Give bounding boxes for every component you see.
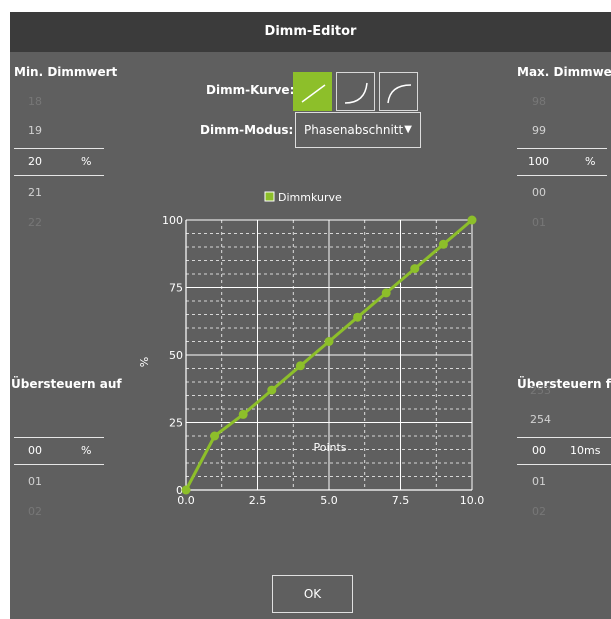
data-point bbox=[467, 215, 477, 225]
logarithmic-curve-icon bbox=[387, 84, 412, 104]
picker-divider bbox=[14, 175, 104, 176]
data-point bbox=[210, 431, 220, 441]
dimm-kurve-label: Dimm-Kurve: bbox=[206, 83, 295, 97]
data-point bbox=[181, 485, 191, 495]
picker-divider bbox=[517, 148, 607, 149]
min-dimmwert-unit: % bbox=[81, 155, 92, 168]
picker-value[interactable]: 99 bbox=[532, 124, 546, 137]
legend-swatch bbox=[264, 191, 275, 202]
chart-legend: Dimmkurve bbox=[264, 191, 342, 204]
dimm-modus-select[interactable]: Phasenabschnitt ▼ bbox=[295, 112, 421, 148]
dimm-editor-dialog: Dimm-Editor Min. Dimmwert 18 19 20 % 21 … bbox=[10, 12, 611, 619]
x-axis-label: Points bbox=[313, 441, 346, 454]
x-tick-label: 7.5 bbox=[392, 494, 410, 507]
picker-divider bbox=[14, 148, 104, 149]
y-tick-label: 100 bbox=[162, 214, 183, 227]
dimmkurve-chart: 0.0 2.5 5.0 7.5 10.00255075100 Dimmkurve Poi… bbox=[138, 191, 485, 507]
data-point bbox=[238, 409, 248, 419]
max-dimmwert-unit: % bbox=[585, 155, 596, 168]
x-tick-label: 5.0 bbox=[320, 494, 338, 507]
x-tick-label: 10.0 bbox=[460, 494, 485, 507]
y-tick-label: 25 bbox=[169, 417, 183, 430]
picker-divider bbox=[517, 175, 607, 176]
linear-curve-icon bbox=[301, 84, 326, 103]
y-tick-label: 50 bbox=[169, 349, 183, 362]
legend-label: Dimmkurve bbox=[278, 191, 342, 204]
ok-button[interactable]: OK bbox=[272, 575, 353, 613]
chevron-down-icon: ▼ bbox=[404, 124, 412, 135]
data-point bbox=[353, 312, 363, 322]
logarithmic-curve-button[interactable] bbox=[379, 72, 418, 111]
dialog-title: Dimm-Editor bbox=[10, 12, 611, 52]
x-tick-label: 2.5 bbox=[249, 494, 267, 507]
data-point bbox=[381, 288, 391, 298]
exponential-curve-button[interactable] bbox=[336, 72, 375, 111]
y-tick-label: 75 bbox=[169, 282, 183, 295]
data-point bbox=[267, 385, 277, 395]
max-dimmwert-label: Max. Dimmwert bbox=[517, 65, 611, 79]
data-point bbox=[410, 264, 420, 274]
data-point bbox=[324, 337, 334, 346]
exponential-curve-icon bbox=[344, 82, 368, 104]
picker-value[interactable]: 98 bbox=[532, 95, 546, 108]
data-point bbox=[295, 361, 305, 371]
dimm-modus-value: Phasenabschnitt bbox=[304, 123, 404, 137]
dimm-modus-label: Dimm-Modus: bbox=[200, 123, 294, 137]
min-dimmwert-selected[interactable]: 20 bbox=[28, 155, 42, 168]
y-axis-label: % bbox=[138, 357, 151, 367]
linear-curve-button[interactable] bbox=[293, 72, 332, 111]
picker-value[interactable]: 19 bbox=[28, 124, 42, 137]
min-dimmwert-label: Min. Dimmwert bbox=[14, 65, 118, 79]
max-dimmwert-selected[interactable]: 100 bbox=[528, 155, 549, 168]
data-point bbox=[438, 239, 448, 249]
picker-value[interactable]: 18 bbox=[28, 95, 42, 108]
